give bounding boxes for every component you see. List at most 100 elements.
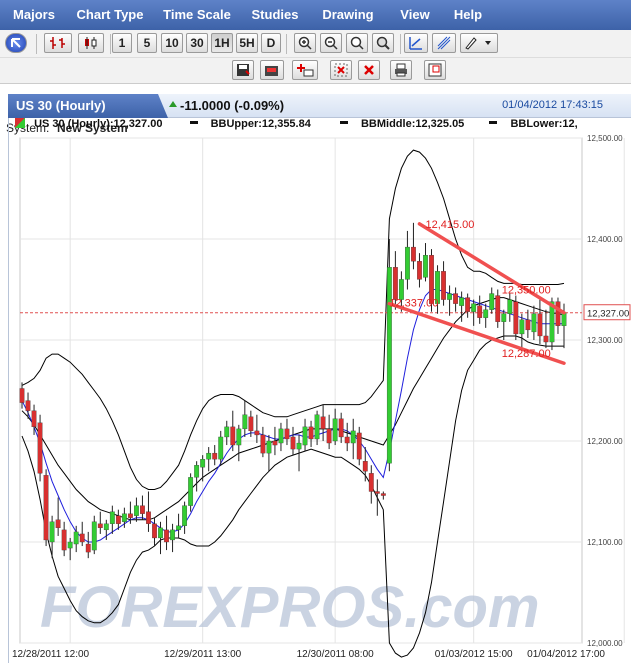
candle	[272, 440, 278, 446]
y-tick-label: 12,200.00	[587, 437, 623, 446]
candle	[507, 299, 513, 314]
candle	[200, 459, 206, 468]
candle	[368, 473, 374, 492]
x-tick-label: 01/04/2012 17:00	[527, 649, 605, 660]
x-tick-label: 01/03/2012 15:00	[435, 649, 513, 660]
candle	[320, 416, 326, 430]
candle	[170, 529, 175, 541]
candle	[398, 279, 404, 300]
candle	[501, 313, 507, 322]
candle	[97, 523, 103, 529]
candle	[218, 436, 224, 460]
candle	[224, 426, 230, 438]
candle	[308, 426, 314, 440]
candle	[356, 432, 362, 460]
candle	[254, 430, 260, 436]
candle	[332, 418, 338, 442]
y-tick-label: 12,300.00	[587, 336, 623, 345]
candle	[146, 511, 151, 524]
candle	[531, 313, 537, 333]
candle	[182, 505, 188, 526]
price-chart[interactable]: FOREXPROS.com 12,415.00 12,350.00 12,337.0…	[0, 0, 631, 663]
candle	[49, 521, 55, 543]
candle	[152, 523, 157, 539]
candle	[537, 313, 543, 337]
candle	[290, 436, 296, 450]
candle	[79, 533, 85, 543]
candle	[411, 246, 416, 262]
candle	[513, 301, 519, 335]
candle	[55, 519, 61, 529]
candle	[477, 305, 483, 318]
y-tick-label: 12,400.00	[587, 235, 623, 244]
candle	[278, 428, 284, 444]
y-tick-label: 12,500.00	[587, 134, 623, 143]
candle	[67, 541, 73, 549]
x-tick-label: 12/28/2011 12:00	[12, 649, 90, 660]
candle	[164, 529, 169, 543]
y-axis: 12,000.00 12,100.00 12,200.00 12,300.00 12,4…	[583, 134, 631, 648]
candle	[447, 293, 452, 300]
candle	[236, 428, 242, 446]
candle	[248, 416, 254, 432]
candle	[103, 523, 109, 531]
candle	[471, 303, 477, 312]
candle	[212, 452, 218, 460]
candle	[465, 297, 471, 312]
y-tick-label: 12,100.00	[587, 538, 623, 547]
candle	[25, 400, 31, 411]
plot-area	[19, 137, 583, 644]
candle	[344, 436, 350, 444]
candle	[495, 295, 501, 322]
candle	[350, 430, 356, 444]
candle	[61, 529, 67, 551]
candle	[453, 293, 459, 304]
candle	[43, 475, 49, 541]
candle	[380, 493, 386, 496]
candle	[405, 246, 410, 280]
candle	[134, 505, 139, 516]
candle	[392, 267, 398, 300]
watermark: FOREXPROS.com	[40, 575, 540, 640]
price-annotation: 12,287.00	[502, 348, 551, 360]
candle	[206, 452, 212, 460]
x-tick-label: 12/30/2011 08:00	[297, 649, 375, 660]
candle	[296, 442, 302, 450]
price-annotation: 12,337.00	[389, 298, 438, 310]
last-price-label: 12,327.00	[587, 309, 629, 320]
candle	[91, 521, 97, 551]
candle	[489, 293, 495, 310]
candle	[429, 255, 434, 304]
candle	[188, 477, 194, 506]
candle	[561, 312, 567, 327]
candle	[260, 434, 266, 454]
candle	[543, 335, 549, 343]
candle	[338, 418, 344, 438]
price-annotation: 12,415.00	[425, 219, 474, 231]
x-axis: 12/28/2011 12:00 12/29/2011 13:00 12/30/20…	[12, 649, 605, 660]
candle	[194, 465, 200, 478]
candle	[362, 461, 368, 472]
candle	[555, 301, 561, 327]
candle	[525, 319, 531, 331]
candle	[230, 426, 236, 446]
x-tick-label: 12/29/2011 13:00	[164, 649, 242, 660]
candle	[242, 414, 248, 430]
candle	[109, 511, 115, 524]
candle	[115, 515, 121, 524]
candle	[483, 309, 489, 318]
candle	[441, 271, 446, 300]
candle	[459, 297, 465, 306]
candle	[326, 428, 332, 444]
candle	[176, 525, 181, 531]
candle	[73, 531, 79, 545]
candle	[85, 543, 91, 553]
candle	[284, 428, 290, 440]
candle	[302, 426, 308, 446]
candle	[519, 319, 525, 335]
candle	[37, 422, 43, 474]
candle	[121, 513, 127, 522]
candle	[31, 410, 37, 428]
price-annotation: 12,350.00	[502, 285, 551, 297]
candle	[140, 505, 145, 514]
